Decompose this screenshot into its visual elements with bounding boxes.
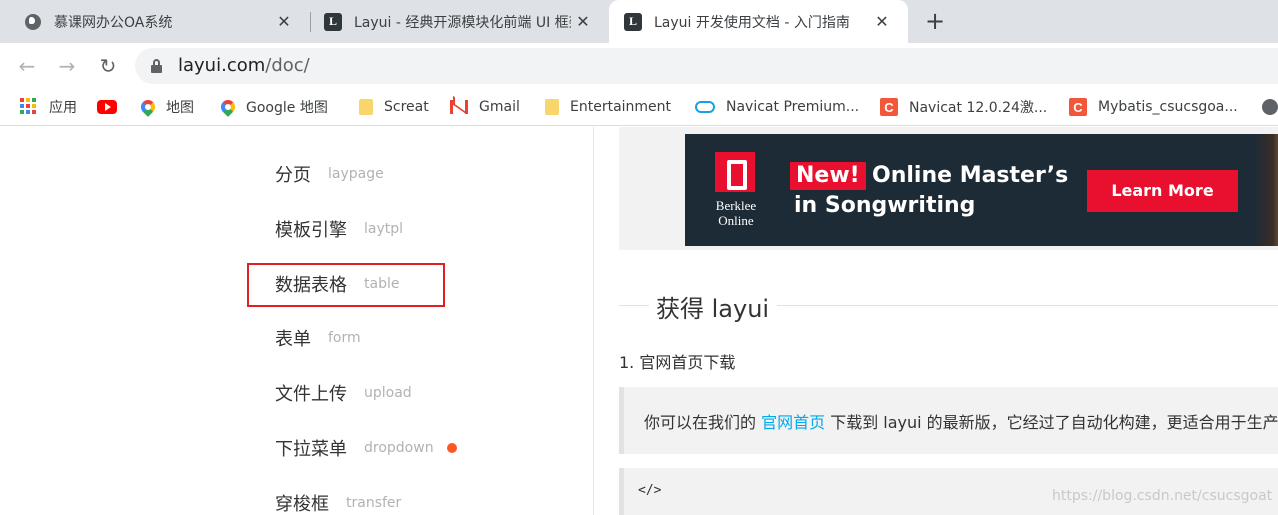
sidebar-item-label: 文件上传 (275, 384, 347, 405)
cloud-icon (695, 101, 715, 113)
doc-content: Berklee Online New! Online Master’s in So… (595, 127, 1278, 515)
section-heading: 获得 layui (656, 295, 770, 323)
sidebar-item-form[interactable]: 表单 form (275, 318, 361, 358)
ad-headline: Online Master’s (872, 163, 1069, 188)
info-quote: 你可以在我们的 官网首页 下载到 layui 的最新版，它经过了自动化构建，更适… (619, 387, 1278, 454)
csdn-c-icon: C (880, 98, 898, 116)
sidebar-item-label: 穿梭框 (275, 494, 329, 515)
section-title: 获得 layui (619, 287, 1278, 323)
ad-subheadline: in Songwriting (794, 193, 976, 218)
tab-title: 慕课网办公OA系统 (54, 14, 173, 31)
close-icon[interactable]: ✕ (571, 12, 595, 31)
browser-toolbar: ← → ↻ layui.com/doc/ (0, 43, 1278, 89)
title-rule-right (777, 305, 1278, 306)
sidebar-item-label: 分页 (275, 165, 311, 186)
bookmarks-bar: 应用 地图 Google 地图 Screat Gmail Entertainme… (0, 89, 1278, 126)
close-icon[interactable]: ✕ (272, 12, 296, 31)
bookmark-label: 地图 (166, 100, 194, 116)
bookmark-apps[interactable]: 应用 (20, 89, 77, 125)
tab-title: Layui - 经典开源模块化前端 UI 框架 (354, 14, 571, 31)
sidebar-item-module: transfer (346, 495, 402, 511)
red-highlight-box (247, 263, 445, 307)
folder-icon (359, 99, 373, 115)
bookmark-label: Navicat 12.0.24激... (909, 100, 1048, 116)
bookmark-folder-screat[interactable]: Screat (359, 89, 429, 125)
bookmark-navicat-premium[interactable]: Navicat Premium... (695, 89, 859, 125)
url-text[interactable]: layui.com/doc/ (178, 55, 310, 76)
homepage-link[interactable]: 官网首页 (761, 413, 825, 432)
bookmark-folder-entertainment[interactable]: Entertainment (545, 89, 671, 125)
bookmark-label: 应用 (49, 100, 77, 116)
bookmark-label: Gmail (479, 99, 520, 115)
new-tab-button[interactable]: + (921, 6, 949, 36)
code-icon: </> (638, 483, 662, 498)
reload-icon[interactable]: ↻ (95, 53, 121, 79)
bookmark-gmail[interactable]: Gmail (450, 89, 520, 125)
bookmark-google-maps[interactable]: Google 地图 (218, 89, 328, 125)
learn-more-button[interactable]: Learn More (1087, 170, 1238, 212)
title-rule-left (619, 305, 649, 306)
globe-icon (24, 13, 42, 31)
sidebar-item-label: 表单 (275, 329, 311, 350)
quote-text: 你可以在我们的 官网首页 下载到 layui 的最新版，它经过了自动化构建，更适… (644, 413, 1278, 432)
bookmark-maps[interactable]: 地图 (138, 89, 194, 125)
bookmark-navicat-12[interactable]: C Navicat 12.0.24激... (880, 89, 1047, 125)
sidebar-item-module: upload (364, 385, 412, 401)
forward-arrow-icon[interactable]: → (54, 53, 80, 79)
bookmark-label: Entertainment (570, 99, 672, 115)
sidebar-item-module: dropdown (364, 440, 434, 456)
browser-tab-strip: 慕课网办公OA系统 ✕ L Layui - 经典开源模块化前端 UI 框架 ✕ … (0, 0, 1278, 43)
bookmark-youtube[interactable] (97, 89, 128, 125)
tab-layui-home[interactable]: L Layui - 经典开源模块化前端 UI 框架 ✕ (300, 0, 609, 43)
close-icon[interactable]: ✕ (870, 12, 894, 31)
youtube-icon (97, 100, 117, 114)
csdn-c-icon: C (1069, 98, 1087, 116)
bookmark-mybatis[interactable]: C Mybatis_csucsgoa... (1069, 89, 1238, 125)
ad-photo (1255, 134, 1278, 246)
sidebar-item-module: form (328, 330, 361, 346)
tab-layui-doc[interactable]: L Layui 开发使用文档 - 入门指南 ✕ (609, 0, 908, 43)
lock-icon[interactable] (151, 59, 162, 73)
sidebar-item-laypage[interactable]: 分页 laypage (275, 154, 384, 194)
doc-sidebar: 分页 laypage 模板引擎 laytpl 数据表格 table 表单 for… (0, 127, 594, 515)
berklee-logo-icon (715, 152, 755, 192)
bookmark-overflow-globe[interactable] (1262, 89, 1278, 125)
bookmark-label: Screat (384, 99, 429, 115)
gmail-icon (450, 100, 468, 114)
sidebar-item-module: laytpl (364, 221, 404, 237)
sidebar-item-module: laypage (328, 166, 384, 182)
maps-pin-icon (138, 97, 158, 117)
page-viewport: 分页 laypage 模板引擎 laytpl 数据表格 table 表单 for… (0, 127, 1278, 515)
globe-icon (1262, 99, 1278, 115)
ad-container: Berklee Online New! Online Master’s in So… (619, 127, 1278, 250)
back-arrow-icon[interactable]: ← (14, 53, 40, 79)
bookmark-label: Navicat Premium... (726, 99, 860, 115)
sidebar-item-transfer[interactable]: 穿梭框 transfer (275, 483, 401, 515)
tab-oa-system[interactable]: 慕课网办公OA系统 ✕ (0, 0, 310, 43)
new-badge-dot (446, 443, 457, 453)
bookmark-label: Mybatis_csucsgoa... (1098, 99, 1238, 115)
layui-logo-icon: L (324, 12, 342, 31)
address-bar[interactable]: layui.com/doc/ (135, 48, 1278, 84)
layui-logo-icon: L (624, 12, 642, 31)
sidebar-item-laytpl[interactable]: 模板引擎 laytpl (275, 209, 403, 249)
folder-icon (545, 99, 559, 115)
step-heading: 1. 官网首页下载 (619, 353, 736, 372)
sidebar-item-dropdown[interactable]: 下拉菜单 dropdown (275, 428, 457, 468)
bookmark-label: Google 地图 (246, 100, 328, 116)
sidebar-item-upload[interactable]: 文件上传 upload (275, 373, 412, 413)
ad-brand: Berklee Online (715, 198, 757, 228)
sidebar-item-label: 下拉菜单 (275, 439, 347, 460)
apps-grid-icon (20, 98, 38, 116)
csdn-watermark: https://blog.csdn.net/csucsgoat (1052, 488, 1273, 504)
tab-title: Layui 开发使用文档 - 入门指南 (654, 14, 850, 31)
ad-banner[interactable]: Berklee Online New! Online Master’s in So… (685, 134, 1278, 246)
maps-pin-icon (218, 97, 238, 117)
ad-new-badge: New! (790, 162, 866, 190)
sidebar-item-label: 模板引擎 (275, 220, 347, 241)
